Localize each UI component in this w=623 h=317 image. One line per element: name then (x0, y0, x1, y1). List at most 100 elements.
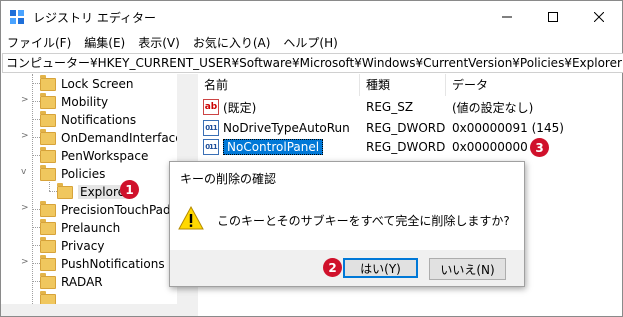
expand-chevron-icon[interactable]: > (21, 95, 29, 105)
minimize-icon (502, 16, 512, 17)
collapse-chevron-icon[interactable]: v (21, 167, 26, 177)
value-type: REG_DWORD (366, 140, 446, 154)
menu-favorites[interactable]: お気に入り(A) (187, 32, 278, 52)
tree-connector (32, 137, 40, 138)
folder-icon (40, 74, 56, 91)
tree-item-radar[interactable]: RADAR (40, 272, 103, 291)
menu-help[interactable]: ヘルプ(H) (277, 32, 344, 52)
folder-icon (40, 200, 56, 217)
value-data: 0x00000091 (145) (452, 121, 564, 135)
tree-connector (32, 155, 40, 156)
minimize-button[interactable] (484, 1, 530, 32)
step-badge-3: 3 (530, 138, 549, 157)
folder-icon (40, 164, 56, 181)
window-title: レジストリ エディター (33, 11, 156, 25)
expand-chevron-icon[interactable]: > (21, 257, 29, 267)
list-header: 名前 種類 データ (198, 74, 622, 96)
tree-item-label: OnDemandInterfaceC (61, 131, 191, 145)
tree-item-policies[interactable]: Policies (40, 164, 106, 183)
tree-item-precisiontouchpad[interactable]: PrecisionTouchPad (40, 200, 171, 219)
close-button[interactable] (576, 1, 622, 32)
expand-chevron-icon[interactable]: > (21, 203, 29, 213)
title-bar[interactable]: レジストリ エディター (1, 1, 622, 32)
dialog-footer: はい(Y) いいえ(N) (170, 250, 524, 286)
warning-icon (178, 206, 204, 230)
menu-view[interactable]: 表示(V) (132, 32, 187, 52)
step-badge-1: 1 (120, 180, 139, 199)
expand-chevron-icon[interactable]: > (21, 131, 29, 141)
value-name: NoControlPanel (223, 139, 324, 155)
dialog-message: このキーとそのサブキーをすべて完全に削除しますか? (217, 214, 510, 228)
tree-item-notifications[interactable]: Notifications (40, 110, 137, 129)
registry-editor-icon (10, 10, 24, 24)
value-name-cell: 011 NoControlPanel (198, 139, 360, 155)
folder-icon (40, 146, 56, 163)
value-data: (値の設定なし) (452, 100, 534, 115)
tree-item-label: Notifications (61, 113, 137, 127)
folder-icon (57, 182, 73, 199)
value-name-cell: ab (既定) (198, 99, 360, 116)
folder-icon (40, 236, 56, 253)
binary-value-icon: 011 (203, 120, 219, 136)
no-button[interactable]: いいえ(N) (429, 258, 506, 280)
folder-icon (40, 254, 56, 271)
value-type: REG_SZ (366, 100, 414, 114)
tree-connector (32, 227, 40, 228)
maximize-button[interactable] (530, 1, 576, 32)
folder-icon (40, 272, 56, 289)
list-row[interactable]: 011 NoDriveTypeAutoRun REG_DWORD 0x00000… (198, 119, 622, 137)
string-value-icon: ab (203, 99, 219, 115)
tree-item-label: PushNotifications (61, 257, 165, 271)
tree-horizontal-scrollbar[interactable] (1, 304, 194, 316)
column-header-type[interactable]: 種類 (360, 74, 446, 96)
tree-item-label: RADAR (61, 275, 103, 289)
tree-item-partial[interactable] (40, 290, 61, 304)
delete-key-confirm-dialog: キーの削除の確認 このキーとそのサブキーをすべて完全に削除しますか? はい(Y)… (169, 161, 525, 287)
dialog-body: このキーとそのサブキーをすべて完全に削除しますか? (170, 192, 524, 250)
binary-value-icon: 011 (203, 139, 219, 155)
menu-file[interactable]: ファイル(F) (1, 32, 78, 52)
tree-connector (32, 101, 40, 102)
folder-icon (40, 128, 56, 145)
tree-item-mobility[interactable]: Mobility (40, 92, 109, 111)
value-name: NoDriveTypeAutoRun (223, 121, 350, 135)
dialog-title: キーの削除の確認 (180, 172, 277, 186)
tree-item-pushnotifications[interactable]: PushNotifications (40, 254, 165, 273)
tree-item-penworkspace[interactable]: PenWorkspace (40, 146, 149, 165)
tree-item-label: PenWorkspace (61, 149, 149, 163)
tree-connector (49, 191, 57, 192)
step-badge-2: 2 (323, 258, 342, 277)
key-tree[interactable]: > > v > > Lock Screen Mobility Notificat… (1, 74, 191, 304)
tree-item-privacy[interactable]: Privacy (40, 236, 104, 255)
folder-icon (40, 218, 56, 235)
tree-item-label: Lock Screen (61, 77, 134, 91)
address-bar[interactable]: コンピューター¥HKEY_CURRENT_USER¥Software¥Micro… (2, 53, 623, 73)
registry-editor-window: レジストリ エディター ファイル(F) 編集(E) 表示(V) お気に入り(A)… (0, 0, 623, 317)
folder-icon (40, 110, 56, 127)
tree-connector (32, 74, 33, 304)
list-row-selected[interactable]: 011 NoControlPanel REG_DWORD 0x00000000 … (198, 138, 622, 156)
value-name: (既定) (223, 100, 257, 115)
close-icon (594, 11, 604, 22)
tree-connector (32, 263, 40, 264)
yes-button[interactable]: はい(Y) (343, 258, 418, 278)
maximize-icon (548, 11, 558, 22)
column-header-name[interactable]: 名前 (198, 74, 360, 96)
menu-edit[interactable]: 編集(E) (78, 32, 132, 52)
menu-bar: ファイル(F) 編集(E) 表示(V) お気に入り(A) ヘルプ(H) (1, 32, 622, 52)
tree-item-lock-screen[interactable]: Lock Screen (40, 74, 134, 93)
folder-icon (40, 290, 56, 304)
tree-connector (32, 245, 40, 246)
column-header-data[interactable]: データ (446, 74, 622, 96)
tree-connector (32, 209, 40, 210)
tree-item-label: Prelaunch (61, 221, 121, 235)
tree-item-prelaunch[interactable]: Prelaunch (40, 218, 121, 237)
tree-item-ondemandinterface[interactable]: OnDemandInterfaceC (40, 128, 191, 147)
tree-connector (49, 182, 50, 191)
tree-connector (32, 281, 40, 282)
tree-connector (32, 83, 40, 84)
tree-item-label: Mobility (61, 95, 109, 109)
tree-item-label: Policies (61, 167, 106, 181)
tree-item-label: PrecisionTouchPad (61, 203, 171, 217)
list-row[interactable]: ab (既定) REG_SZ (値の設定なし) (198, 98, 622, 116)
